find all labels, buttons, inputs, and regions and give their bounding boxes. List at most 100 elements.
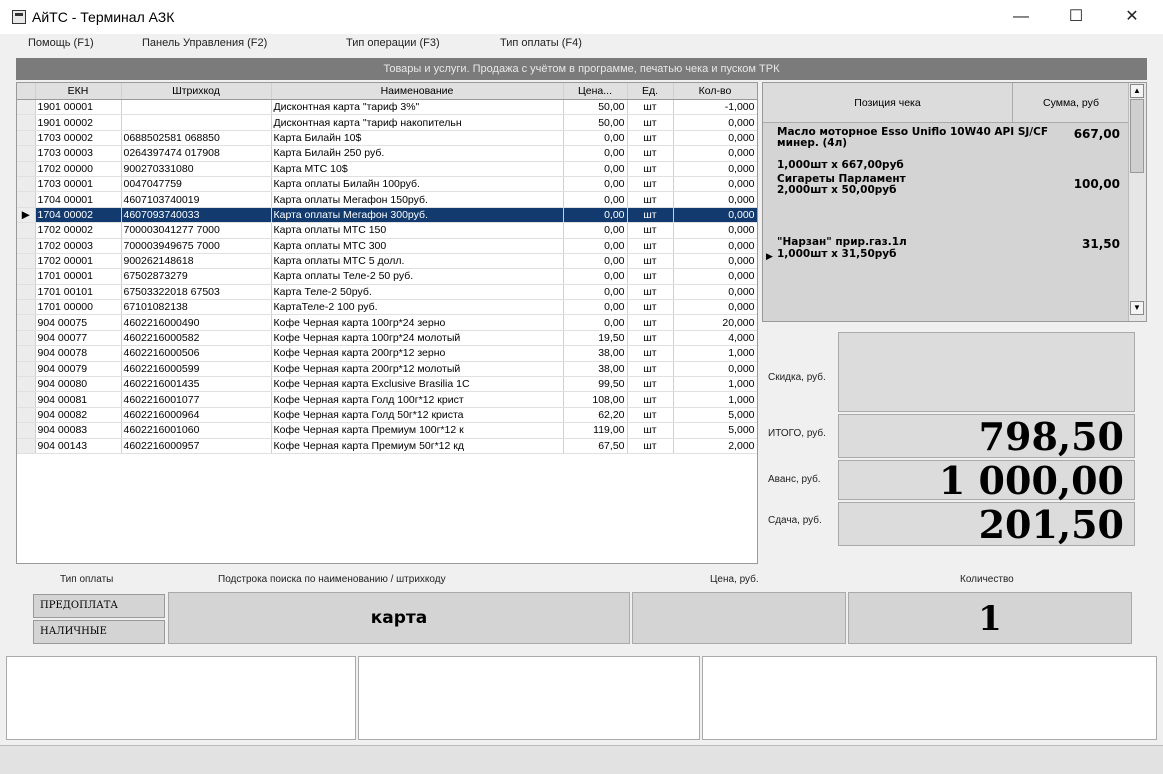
row-indicator[interactable]: [17, 268, 36, 285]
mode-banner: Товары и услуги. Продажа с учётом в прог…: [16, 58, 1147, 80]
cell-name: Карта оплаты Мегафон 300руб.: [271, 207, 564, 224]
cell-qty: 1,000: [673, 345, 757, 362]
row-indicator[interactable]: [17, 438, 36, 454]
table-row[interactable]: 1702 00000 900270331080 Карта МТС 10$ 0,00 ш…: [17, 161, 757, 177]
cell-barcode: 0688502581 068850: [121, 130, 272, 147]
table-row[interactable]: 1702 00003 700003949675 7000 Карта оплаты …: [17, 238, 757, 254]
table-row[interactable]: 1703 00001 0047047759 Карта оплаты Билайн …: [17, 176, 757, 193]
table-row[interactable]: 904 00081 4602216001077 Кофе Черная карта …: [17, 391, 757, 408]
row-indicator[interactable]: [17, 330, 36, 347]
row-indicator[interactable]: [17, 191, 36, 208]
cell-unit: шт: [627, 207, 674, 224]
table-row[interactable]: 1703 00003 0264397474 017908 Карта Билайн …: [17, 145, 757, 162]
product-grid[interactable]: ЕКН Штрихкод Наименование Цена... Ед. Ко…: [16, 82, 758, 564]
cell-qty: 0,000: [673, 284, 757, 301]
table-row[interactable]: 904 00075 4602216000490 Кофе Черная карта …: [17, 314, 757, 331]
search-input[interactable]: карта: [168, 592, 630, 644]
menu-help[interactable]: Помощь (F1): [28, 37, 94, 49]
row-indicator[interactable]: [17, 345, 36, 362]
row-indicator[interactable]: [17, 253, 36, 270]
receipt-panel[interactable]: Позиция чека Сумма, руб Масло моторное E…: [762, 82, 1147, 322]
cell-unit: шт: [627, 145, 674, 162]
cell-price: 50,00: [563, 114, 628, 131]
search-label: Подстрока поиска по наименованию / штрих…: [218, 574, 446, 585]
row-indicator[interactable]: [17, 222, 36, 239]
menu-control-panel[interactable]: Панель Управления (F2): [142, 37, 267, 49]
col-header-qty[interactable]: Кол-во: [673, 83, 757, 100]
row-indicator[interactable]: [17, 130, 36, 147]
table-row[interactable]: 1701 00101 67503322018 67503 Карта Теле-2 …: [17, 284, 757, 301]
col-header-ekn[interactable]: ЕКН: [35, 83, 122, 100]
cell-unit: шт: [627, 361, 674, 378]
table-row[interactable]: 904 00080 4602216001435 Кофе Черная карта …: [17, 376, 757, 393]
cash-button[interactable]: НАЛИЧНЫЕ: [33, 620, 165, 644]
table-row[interactable]: 904 00083 4602216001060 Кофе Черная карта …: [17, 422, 757, 439]
row-indicator[interactable]: [17, 99, 36, 116]
row-indicator[interactable]: [17, 391, 36, 408]
row-indicator[interactable]: [17, 299, 36, 316]
table-row[interactable]: 1702 00001 900262148618 Карта оплаты МТС 5…: [17, 253, 757, 270]
col-header-price[interactable]: Цена...: [563, 83, 628, 100]
scroll-down-icon[interactable]: ▼: [1130, 301, 1144, 315]
table-row[interactable]: 904 00079 4602216000599 Кофе Черная карта …: [17, 361, 757, 378]
table-row[interactable]: 1704 00001 4607103740019 Карта оплаты Мега…: [17, 191, 757, 208]
cell-price: 0,00: [563, 299, 628, 316]
table-row[interactable]: 1703 00002 0688502581 068850 Карта Билайн …: [17, 130, 757, 147]
row-pointer-icon[interactable]: ▶: [17, 207, 36, 224]
status-bar: [0, 745, 1163, 774]
menu-payment-type[interactable]: Тип оплаты (F4): [500, 37, 582, 49]
cell-unit: шт: [627, 391, 674, 408]
change-value: 201,50: [838, 502, 1135, 547]
cell-barcode: 0264397474 017908: [121, 145, 272, 162]
row-indicator[interactable]: [17, 407, 36, 424]
menu-bar: Помощь (F1) Панель Управления (F2) Тип о…: [0, 34, 1163, 54]
row-indicator[interactable]: [17, 145, 36, 162]
table-row[interactable]: 1901 00001 Дисконтная карта "тариф 3%" 50,…: [17, 99, 757, 116]
prepay-button[interactable]: ПРЕДОПЛАТА: [33, 594, 165, 618]
scroll-up-icon[interactable]: ▲: [1130, 84, 1144, 98]
table-row[interactable]: 1901 00002 Дисконтная карта "тариф накопи…: [17, 114, 757, 131]
row-indicator[interactable]: [17, 161, 36, 177]
menu-operation-type[interactable]: Тип операции (F3): [346, 37, 440, 49]
cell-qty: 0,000: [673, 191, 757, 208]
receipt-scrollbar[interactable]: ▲ ▼: [1128, 83, 1146, 321]
col-header-barcode[interactable]: Штрихкод: [121, 83, 272, 100]
table-row[interactable]: 1702 00002 700003041277 7000 Карта оплаты …: [17, 222, 757, 239]
cell-unit: шт: [627, 161, 674, 177]
row-indicator[interactable]: [17, 284, 36, 301]
receipt-item-sum: 31,50: [1082, 237, 1120, 251]
table-row[interactable]: 1701 00000 67101082138 КартаТеле-2 100 руб…: [17, 299, 757, 316]
table-row[interactable]: 904 00077 4602216000582 Кофе Черная карта …: [17, 330, 757, 347]
table-row[interactable]: 904 00082 4602216000964 Кофе Черная карта …: [17, 407, 757, 424]
row-indicator[interactable]: [17, 376, 36, 393]
row-indicator[interactable]: [17, 176, 36, 193]
cell-barcode: 0047047759: [121, 176, 272, 193]
table-row[interactable]: 1701 00001 67502873279 Карта оплаты Теле-2…: [17, 268, 757, 285]
scroll-thumb[interactable]: [1130, 99, 1144, 173]
price-field[interactable]: [632, 592, 846, 644]
cell-price: 0,00: [563, 176, 628, 193]
row-indicator[interactable]: [17, 238, 36, 254]
maximize-button[interactable]: ☐: [1056, 4, 1096, 30]
cell-price: 0,00: [563, 191, 628, 208]
cell-unit: шт: [627, 376, 674, 393]
col-header-name[interactable]: Наименование: [271, 83, 564, 100]
col-header-unit[interactable]: Ед.: [627, 83, 674, 100]
quantity-field[interactable]: 1: [848, 592, 1132, 644]
close-button[interactable]: ✕: [1112, 4, 1152, 30]
table-row[interactable]: ▶ 1704 00002 4607093740033 Карта оплаты Мег…: [17, 207, 757, 224]
table-row[interactable]: 904 00143 4602216000957 Кофе Черная карта …: [17, 438, 757, 454]
row-indicator[interactable]: [17, 114, 36, 131]
cell-barcode: 4602216000506: [121, 345, 272, 362]
cell-name: Карта оплаты МТС 300: [271, 238, 564, 254]
cell-unit: шт: [627, 238, 674, 254]
cell-barcode: 4602216000490: [121, 314, 272, 331]
cell-ekn: 1702 00001: [35, 253, 122, 270]
cell-unit: шт: [627, 330, 674, 347]
row-indicator[interactable]: [17, 361, 36, 378]
cell-qty: 0,000: [673, 268, 757, 285]
table-row[interactable]: 904 00078 4602216000506 Кофе Черная карта …: [17, 345, 757, 362]
row-indicator[interactable]: [17, 422, 36, 439]
row-indicator[interactable]: [17, 314, 36, 331]
minimize-button[interactable]: —: [1001, 4, 1041, 30]
